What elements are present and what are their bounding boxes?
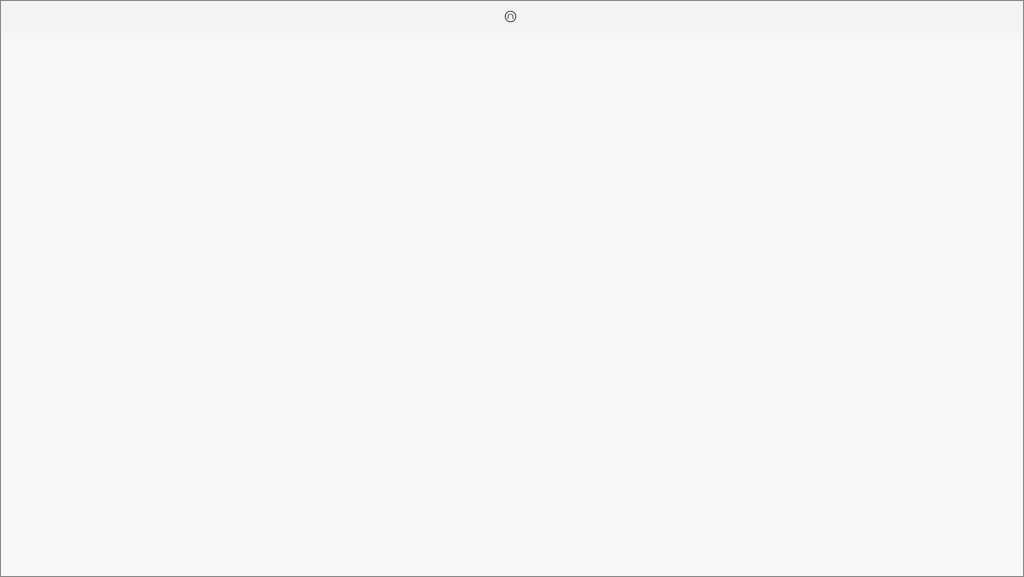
window-title	[1, 10, 1023, 24]
tuskr-favicon-icon	[504, 10, 517, 23]
title-bar	[1, 1, 1023, 33]
browser-window	[0, 0, 1024, 577]
